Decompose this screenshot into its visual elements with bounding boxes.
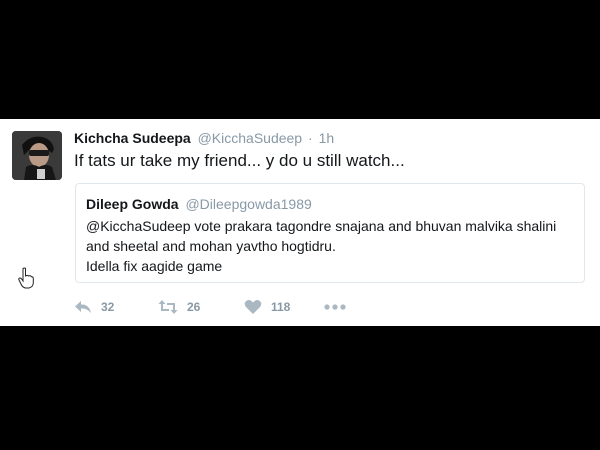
more-button[interactable] bbox=[324, 297, 346, 317]
more-icon bbox=[324, 304, 346, 310]
quoted-tweet-header: Dileep Gowda @Dileepgowda1989 bbox=[86, 196, 312, 212]
retweet-button[interactable]: 26 bbox=[158, 297, 200, 317]
author-handle[interactable]: @KicchaSudeep bbox=[198, 130, 303, 146]
avatar[interactable] bbox=[12, 131, 62, 180]
reply-count: 32 bbox=[101, 300, 115, 314]
quoted-tweet-text: @KicchaSudeep vote prakara tagondre snaj… bbox=[86, 216, 556, 276]
like-button[interactable]: 118 bbox=[244, 297, 290, 317]
heart-icon bbox=[244, 300, 262, 314]
tweet-card: Kichcha Sudeepa @KicchaSudeep · 1h If ta… bbox=[0, 119, 600, 326]
quoted-text-line: and sheetal and mohan yavtho hogtidru. bbox=[86, 238, 336, 254]
reply-icon bbox=[75, 301, 91, 313]
quoted-tweet[interactable]: Dileep Gowda @Dileepgowda1989 @KicchaSud… bbox=[75, 183, 585, 283]
reply-button[interactable]: 32 bbox=[74, 297, 114, 317]
quoted-author-handle: @Dileepgowda1989 bbox=[185, 196, 312, 212]
quoted-author-name: Dileep Gowda bbox=[86, 196, 179, 212]
tweet-header: Kichcha Sudeepa @KicchaSudeep · 1h bbox=[74, 130, 334, 146]
author-name[interactable]: Kichcha Sudeepa bbox=[74, 130, 191, 146]
tweet-time[interactable]: 1h bbox=[319, 130, 335, 146]
tweet-text: If tats ur take my friend... y do u stil… bbox=[74, 151, 405, 170]
retweet-icon bbox=[158, 300, 178, 314]
hand-cursor-icon bbox=[18, 267, 34, 294]
separator-dot: · bbox=[308, 130, 313, 146]
like-count: 118 bbox=[271, 300, 291, 314]
retweet-count: 26 bbox=[187, 300, 201, 314]
quoted-text-line: @KicchaSudeep vote prakara tagondre snaj… bbox=[86, 218, 557, 234]
quoted-text-line: Idella fix aagide game bbox=[86, 258, 223, 274]
